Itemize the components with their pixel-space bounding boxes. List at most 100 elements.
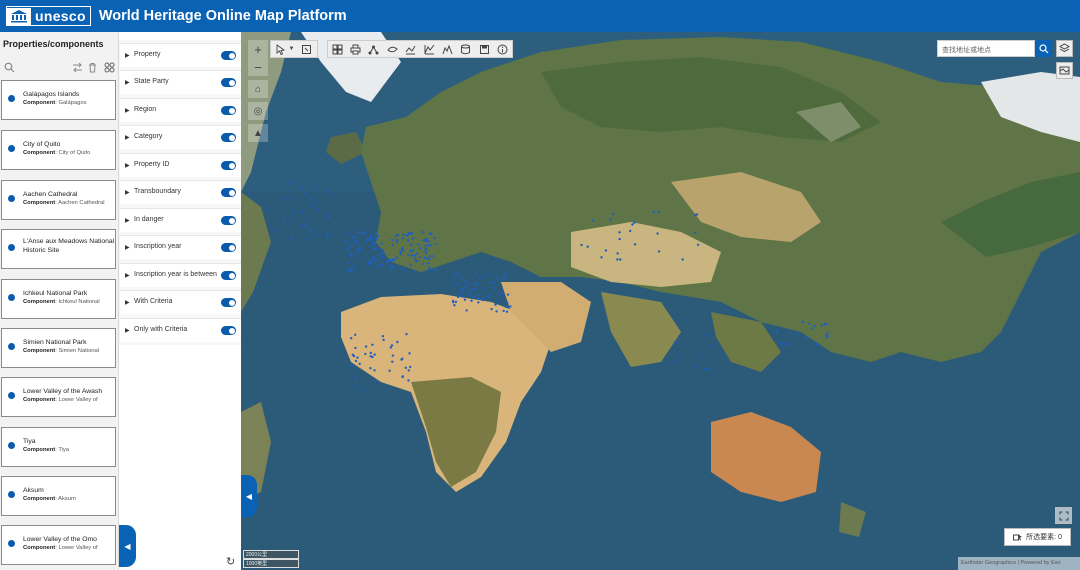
site-marker[interactable] (703, 367, 706, 370)
select-tool-icon[interactable] (275, 43, 286, 55)
site-marker[interactable] (309, 227, 312, 231)
site-marker[interactable] (347, 261, 350, 264)
site-marker[interactable] (493, 287, 497, 290)
site-marker[interactable] (591, 219, 594, 222)
site-marker[interactable] (381, 256, 384, 259)
site-marker[interactable] (456, 282, 460, 286)
filter-row-inscription-year-between[interactable]: ▶ Inscription year is between (120, 263, 241, 287)
measure-icon[interactable] (405, 44, 416, 55)
filter-row-with-criteria[interactable]: ▶ With Criteria (120, 290, 241, 314)
filter-toggle[interactable] (221, 188, 236, 197)
expand-arrow-icon[interactable]: ▶ (125, 217, 130, 224)
site-marker[interactable] (326, 232, 329, 236)
site-marker[interactable] (811, 327, 814, 330)
site-marker[interactable] (364, 345, 368, 348)
expand-arrow-icon[interactable]: ▶ (125, 52, 130, 59)
site-marker[interactable] (381, 263, 384, 266)
list-item[interactable]: Aachen Cathedral Component: Aachen Cathe… (1, 180, 116, 220)
site-marker[interactable] (363, 232, 366, 236)
site-marker[interactable] (410, 254, 413, 257)
site-marker[interactable] (375, 232, 378, 235)
search-input[interactable]: 查找地址或地点 (937, 40, 1035, 57)
site-marker[interactable] (374, 380, 378, 383)
site-marker[interactable] (775, 331, 778, 334)
site-marker[interactable] (300, 224, 304, 227)
site-marker[interactable] (503, 272, 506, 275)
site-marker[interactable] (352, 235, 355, 239)
site-marker[interactable] (820, 324, 823, 327)
site-marker[interactable] (616, 252, 619, 255)
site-marker[interactable] (427, 266, 431, 269)
site-marker[interactable] (410, 243, 413, 246)
site-marker[interactable] (423, 256, 426, 259)
site-marker[interactable] (497, 293, 501, 296)
site-marker[interactable] (470, 290, 473, 293)
filter-row-category[interactable]: ▶ Category (120, 125, 241, 149)
filter-toggle[interactable] (221, 78, 236, 87)
fullscreen-button[interactable] (1055, 507, 1072, 524)
site-marker[interactable] (317, 208, 321, 211)
filter-row-transboundary[interactable]: ▶ Transboundary (120, 180, 241, 204)
site-marker[interactable] (362, 389, 365, 392)
site-marker[interactable] (310, 205, 313, 209)
site-marker[interactable] (487, 295, 490, 299)
site-marker[interactable] (350, 337, 353, 340)
site-marker[interactable] (347, 248, 350, 252)
site-marker[interactable] (354, 375, 357, 379)
site-marker[interactable] (425, 257, 429, 260)
site-marker[interactable] (631, 223, 634, 226)
site-marker[interactable] (805, 335, 808, 339)
site-marker[interactable] (600, 256, 603, 259)
site-marker[interactable] (366, 237, 369, 241)
site-marker[interactable] (382, 251, 386, 254)
expand-arrow-icon[interactable]: ▶ (125, 189, 130, 196)
site-marker[interactable] (407, 231, 410, 235)
site-marker[interactable] (349, 269, 353, 272)
expand-arrow-icon[interactable]: ▶ (125, 244, 130, 251)
refresh-icon[interactable]: ↻ (226, 555, 235, 568)
layers-button[interactable] (1056, 40, 1073, 57)
site-marker[interactable] (502, 277, 505, 280)
site-marker[interactable] (709, 344, 712, 348)
site-marker[interactable] (456, 272, 460, 276)
list-item[interactable]: Lower Valley of the Omo Component: Lower… (1, 525, 116, 565)
site-marker[interactable] (348, 245, 351, 248)
site-marker[interactable] (494, 303, 497, 306)
site-marker[interactable] (410, 231, 414, 235)
site-marker[interactable] (780, 341, 784, 345)
site-marker[interactable] (426, 244, 430, 247)
site-marker[interactable] (360, 247, 363, 250)
list-item[interactable]: Aksum Component: Aksum (1, 476, 116, 516)
site-marker[interactable] (291, 235, 294, 239)
print-icon[interactable] (350, 44, 361, 55)
site-marker[interactable] (367, 262, 370, 266)
list-item[interactable]: L'Anse aux Meadows National Historic Sit… (1, 229, 116, 269)
search-button[interactable] (1035, 40, 1052, 57)
site-marker[interactable] (604, 249, 608, 252)
site-marker[interactable] (350, 255, 353, 258)
site-marker[interactable] (315, 233, 319, 236)
site-marker[interactable] (416, 252, 419, 255)
site-marker[interactable] (356, 356, 359, 359)
site-marker[interactable] (370, 235, 373, 238)
site-marker[interactable] (618, 237, 621, 241)
site-marker[interactable] (381, 248, 385, 251)
basemap-button[interactable] (1056, 62, 1073, 79)
site-marker[interactable] (493, 280, 496, 284)
site-marker[interactable] (477, 297, 481, 300)
elevation-profile-icon[interactable] (442, 44, 453, 55)
site-marker[interactable] (409, 365, 412, 369)
site-marker[interactable] (785, 342, 788, 346)
site-marker[interactable] (629, 229, 632, 233)
site-marker[interactable] (618, 231, 621, 234)
site-marker[interactable] (354, 359, 358, 363)
zoom-out-button[interactable]: − (248, 58, 268, 76)
database-icon[interactable] (460, 44, 471, 55)
site-marker[interactable] (369, 355, 372, 358)
filter-toggle[interactable] (221, 271, 236, 280)
chevron-down-icon[interactable]: ▼ (286, 44, 297, 55)
site-marker[interactable] (504, 275, 507, 278)
site-marker[interactable] (345, 232, 349, 236)
site-marker[interactable] (380, 242, 383, 245)
site-marker[interactable] (482, 274, 485, 277)
